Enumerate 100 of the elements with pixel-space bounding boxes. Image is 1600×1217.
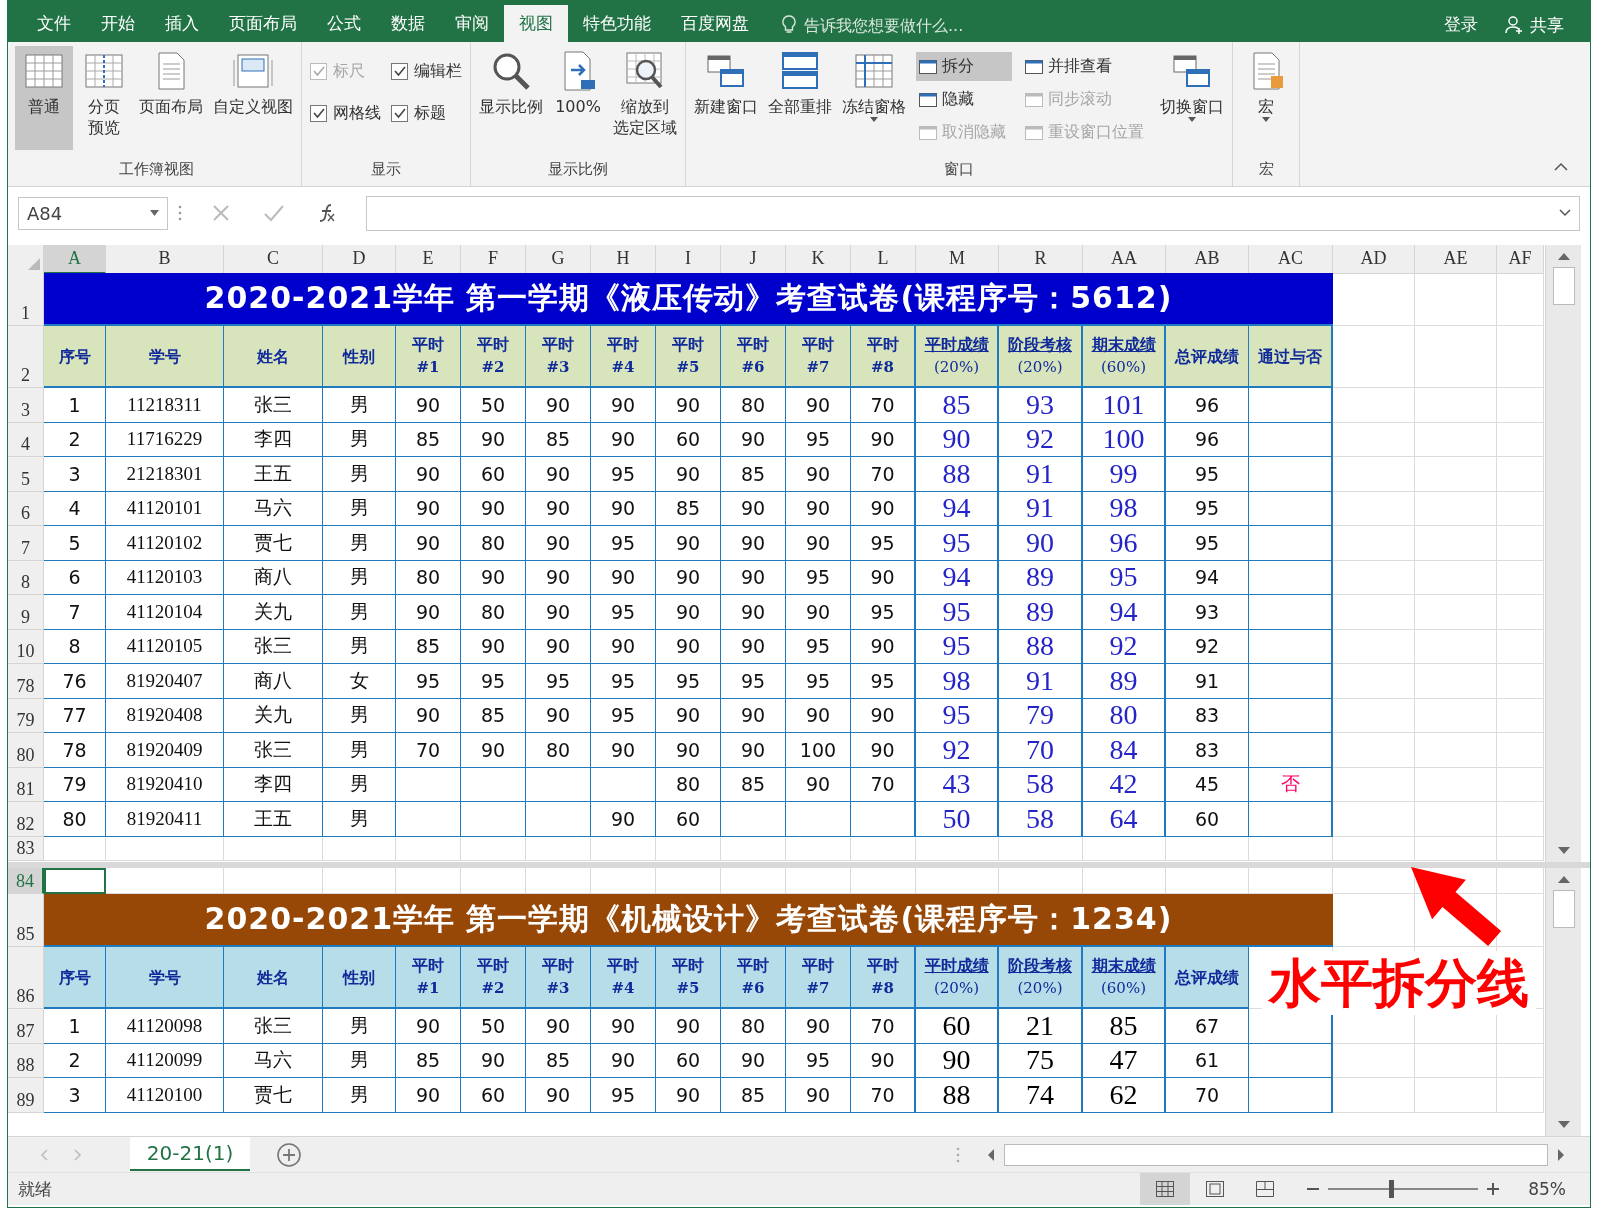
scroll-right-icon[interactable] xyxy=(1556,1147,1566,1162)
horizontal-scrollbar[interactable] xyxy=(986,1141,1566,1168)
row-header[interactable]: 10 xyxy=(8,629,44,664)
ribbon-button[interactable]: 页面布局 xyxy=(135,46,207,119)
formula-input[interactable] xyxy=(366,195,1580,231)
ribbon-tab[interactable]: 页面布局 xyxy=(214,8,312,42)
column-header[interactable]: B xyxy=(106,245,224,274)
scroll-up-icon[interactable] xyxy=(1556,251,1571,261)
scroll-thumb[interactable] xyxy=(1004,1143,1548,1166)
column-header[interactable]: M xyxy=(916,245,999,274)
row-header[interactable]: 84 xyxy=(8,868,44,894)
checkbox[interactable]: 网格线 xyxy=(310,94,381,132)
drag-handle-icon[interactable] xyxy=(178,204,182,222)
column-header[interactable]: R xyxy=(999,245,1083,274)
ribbon-tab[interactable]: 文件 xyxy=(22,8,86,42)
row-header[interactable]: 4 xyxy=(8,422,44,457)
zoom-level[interactable]: 85% xyxy=(1528,1179,1566,1199)
row-header[interactable]: 81 xyxy=(8,767,44,802)
column-header[interactable]: L xyxy=(851,245,916,274)
row-header[interactable]: 89 xyxy=(8,1078,44,1113)
ribbon-button[interactable]: 自定义视图 xyxy=(209,46,297,119)
table-cell: 85 xyxy=(721,767,786,802)
row-header[interactable]: 88 xyxy=(8,1043,44,1078)
vertical-scrollbar[interactable] xyxy=(1545,868,1581,1136)
scroll-down-icon[interactable] xyxy=(1556,846,1571,856)
checkbox[interactable]: 标题 xyxy=(391,94,462,132)
column-header[interactable]: AE xyxy=(1415,245,1497,274)
column-header[interactable]: D xyxy=(323,245,396,274)
row-header[interactable]: 1 xyxy=(8,273,44,326)
row-header[interactable]: 2 xyxy=(8,326,44,388)
column-header[interactable]: F xyxy=(461,245,526,274)
row-header[interactable]: 82 xyxy=(8,802,44,837)
zoom-slider[interactable] xyxy=(1328,1180,1479,1198)
ribbon-tab[interactable]: 公式 xyxy=(312,8,376,42)
row-header[interactable]: 5 xyxy=(8,457,44,492)
column-header[interactable]: H xyxy=(591,245,656,274)
row-header[interactable]: 8 xyxy=(8,560,44,595)
column-header[interactable]: I xyxy=(656,245,721,274)
row-header[interactable]: 86 xyxy=(8,947,44,1009)
column-header[interactable]: A xyxy=(44,245,106,274)
row-header[interactable]: 3 xyxy=(8,388,44,423)
ribbon-button[interactable]: 缩放到 选定区域 xyxy=(609,46,681,140)
ribbon-button[interactable]: 普通 xyxy=(15,46,73,150)
vertical-scrollbar[interactable] xyxy=(1545,245,1581,862)
ribbon-tab[interactable]: 视图 xyxy=(504,5,568,42)
ribbon-button[interactable]: 隐藏 xyxy=(916,85,1012,114)
sheet-tab[interactable]: 20-21(1) xyxy=(130,1137,250,1171)
column-header[interactable]: AA xyxy=(1083,245,1166,274)
ribbon-tab[interactable]: 特色功能 xyxy=(568,8,666,42)
row-header[interactable]: 9 xyxy=(8,595,44,630)
ribbon-button[interactable]: 冻结窗格 xyxy=(838,46,910,124)
ribbon-button[interactable]: 新建窗口 xyxy=(690,46,762,119)
row-header[interactable]: 7 xyxy=(8,526,44,561)
table-cell[interactable] xyxy=(44,868,106,894)
column-header[interactable]: G xyxy=(526,245,591,274)
column-header[interactable]: K xyxy=(786,245,851,274)
column-header[interactable]: AC xyxy=(1249,245,1333,274)
column-header[interactable]: J xyxy=(721,245,786,274)
ribbon-tab[interactable]: 审阅 xyxy=(440,8,504,42)
drag-handle-icon[interactable] xyxy=(956,1145,960,1164)
view-button[interactable] xyxy=(1140,1173,1191,1205)
ribbon-button[interactable]: 宏 xyxy=(1237,46,1295,124)
add-sheet-icon[interactable] xyxy=(276,1141,302,1168)
row-header[interactable]: 85 xyxy=(8,894,44,947)
ribbon-button[interactable]: 切换窗口 xyxy=(1156,46,1228,124)
ribbon-button[interactable]: 分页 预览 xyxy=(75,46,133,140)
column-header[interactable]: E xyxy=(396,245,461,274)
zoom-in-icon[interactable] xyxy=(1486,1182,1501,1196)
ribbon-button[interactable]: 全部重排 xyxy=(764,46,836,119)
scroll-thumb[interactable] xyxy=(1552,267,1575,305)
expand-icon[interactable] xyxy=(1559,209,1571,217)
tell-me-field[interactable]: 告诉我您想要做什么... xyxy=(802,14,1026,36)
login-link[interactable]: 登录 xyxy=(1430,8,1492,42)
row-header[interactable]: 80 xyxy=(8,733,44,768)
row-header[interactable]: 79 xyxy=(8,698,44,733)
column-header[interactable]: AF xyxy=(1497,245,1544,274)
column-header[interactable]: C xyxy=(224,245,323,274)
ribbon-tab[interactable]: 数据 xyxy=(376,8,440,42)
scroll-down-icon[interactable] xyxy=(1556,1120,1571,1130)
scroll-up-icon[interactable] xyxy=(1556,874,1571,884)
row-header[interactable]: 83 xyxy=(8,836,44,861)
ribbon-button[interactable]: 并排查看 xyxy=(1022,52,1150,81)
ribbon-button[interactable]: 拆分 xyxy=(916,52,1012,81)
column-header[interactable]: AB xyxy=(1166,245,1249,274)
ribbon-tab[interactable]: 插入 xyxy=(150,8,214,42)
ribbon-button[interactable]: 100% xyxy=(549,46,607,119)
name-box[interactable]: A84 xyxy=(18,196,168,230)
ribbon-button[interactable]: 显示比例 xyxy=(475,46,547,119)
table-cell: 85 xyxy=(721,1078,786,1113)
collapse-icon[interactable] xyxy=(1554,162,1568,172)
scroll-thumb[interactable] xyxy=(1552,890,1575,928)
ribbon-tab[interactable]: 百度网盘 xyxy=(666,8,764,42)
column-header[interactable]: AD xyxy=(1333,245,1415,274)
checkbox[interactable]: 编辑栏 xyxy=(391,52,462,90)
row-header[interactable]: 87 xyxy=(8,1009,44,1044)
row-header[interactable]: 6 xyxy=(8,491,44,526)
ribbon-tab[interactable]: 开始 xyxy=(86,8,150,42)
scroll-left-icon[interactable] xyxy=(986,1147,996,1162)
share-button[interactable]: 共享 xyxy=(1492,8,1590,42)
row-header[interactable]: 78 xyxy=(8,664,44,699)
